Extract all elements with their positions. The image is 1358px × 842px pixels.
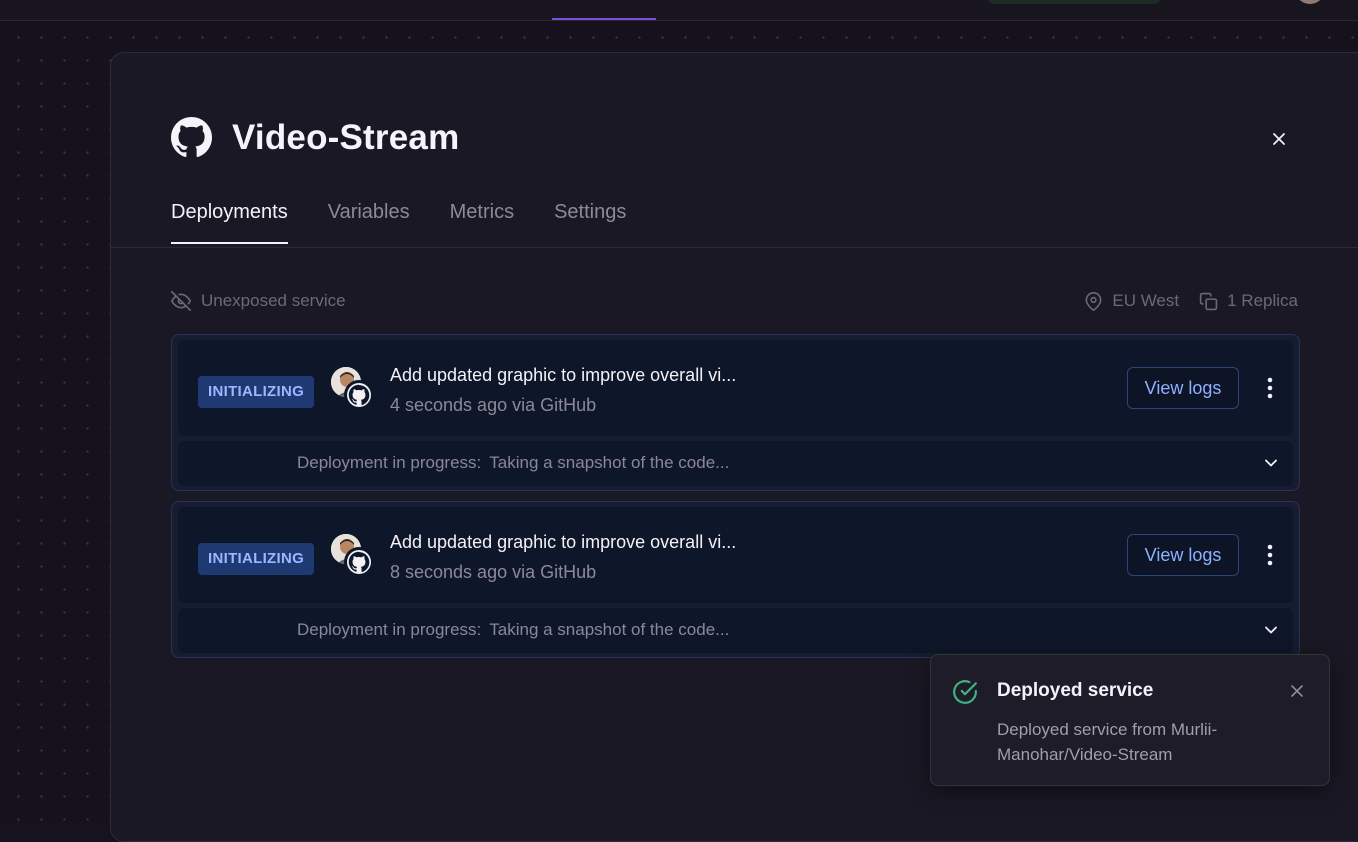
progress-detail: Taking a snapshot of the code... xyxy=(489,620,730,639)
account-avatar[interactable] xyxy=(1296,0,1324,4)
top-status-pill[interactable] xyxy=(988,0,1160,4)
service-tabs: Deployments Variables Metrics Settings xyxy=(171,201,626,244)
commit-message[interactable]: Add updated graphic to improve overall v… xyxy=(390,532,736,553)
github-badge xyxy=(344,547,374,577)
active-nav-indicator xyxy=(552,18,656,20)
tab-settings[interactable]: Settings xyxy=(554,201,626,244)
deployment-progress-row[interactable]: Deployment in progress: Taking a snapshot… xyxy=(178,608,1293,653)
deployment-progress-row[interactable]: Deployment in progress: Taking a snapshot… xyxy=(178,441,1293,486)
deployment-summary[interactable]: INITIALIZING Add updated graphic to impr… xyxy=(178,507,1293,603)
close-panel-button[interactable] xyxy=(1267,127,1291,151)
commit-message[interactable]: Add updated graphic to improve overall v… xyxy=(390,365,736,386)
exposure-label: Unexposed service xyxy=(201,291,346,310)
expand-progress-button[interactable] xyxy=(1261,620,1281,640)
check-circle-icon xyxy=(953,680,977,704)
toast-message: Deployed service from Murlii-Manohar/Vid… xyxy=(997,720,1218,764)
close-icon xyxy=(1291,685,1303,697)
region-info: EU West xyxy=(1084,291,1179,311)
github-icon xyxy=(171,117,212,157)
tab-variables[interactable]: Variables xyxy=(328,201,410,244)
deployment-progress: Deployment in progress: Taking a snapshot… xyxy=(297,453,729,473)
service-title: Video-Stream xyxy=(232,117,460,157)
deployment-avatars xyxy=(330,366,376,412)
service-header: Video-Stream xyxy=(171,117,459,158)
view-logs-button[interactable]: View logs xyxy=(1127,534,1239,576)
deployment-time-source: 8 seconds ago via GitHub xyxy=(390,562,597,582)
github-badge xyxy=(344,380,374,410)
more-options-button[interactable] xyxy=(1260,543,1280,567)
progress-label: Deployment in progress: xyxy=(297,620,482,639)
more-options-button[interactable] xyxy=(1260,376,1280,400)
replica-label: 1 Replica xyxy=(1227,291,1298,310)
replica-info: 1 Replica xyxy=(1199,291,1298,311)
expand-progress-button[interactable] xyxy=(1261,453,1281,473)
deployment-time-source: 4 seconds ago via GitHub xyxy=(390,395,597,415)
region-label: EU West xyxy=(1112,291,1180,310)
progress-label: Deployment in progress: xyxy=(297,453,482,472)
close-icon xyxy=(1273,133,1285,145)
kebab-menu-icon xyxy=(1267,377,1273,399)
toast-close-button[interactable] xyxy=(1287,681,1307,701)
copy-icon xyxy=(1199,292,1218,310)
github-icon xyxy=(347,550,371,574)
chevron-down-icon xyxy=(1265,459,1277,467)
exposure-status: Unexposed service xyxy=(171,291,346,311)
status-badge: INITIALIZING xyxy=(198,376,315,408)
github-icon xyxy=(347,383,371,407)
service-meta: EU West 1 Replica xyxy=(1084,291,1298,311)
tab-deployments[interactable]: Deployments xyxy=(171,201,288,244)
map-pin-icon xyxy=(1085,291,1102,311)
deployment-progress: Deployment in progress: Taking a snapshot… xyxy=(297,620,729,640)
tab-metrics[interactable]: Metrics xyxy=(450,201,514,244)
toast-title: Deployed service xyxy=(997,680,1154,701)
deployment-avatars xyxy=(330,533,376,579)
deployment-summary[interactable]: INITIALIZING Add updated graphic to impr… xyxy=(178,340,1293,436)
eye-off-icon xyxy=(171,291,191,311)
tabs-divider xyxy=(111,247,1358,248)
kebab-menu-icon xyxy=(1267,544,1273,566)
view-logs-button[interactable]: View logs xyxy=(1127,367,1239,409)
deployment-card: INITIALIZING Add updated graphic to impr… xyxy=(171,501,1300,658)
toast-notification: Deployed service Deployed service from M… xyxy=(930,654,1330,786)
progress-detail: Taking a snapshot of the code... xyxy=(489,453,730,472)
top-navigation-bar xyxy=(0,0,1358,21)
chevron-down-icon xyxy=(1265,626,1277,634)
deployment-card: INITIALIZING Add updated graphic to impr… xyxy=(171,334,1300,491)
status-badge: INITIALIZING xyxy=(198,543,315,575)
